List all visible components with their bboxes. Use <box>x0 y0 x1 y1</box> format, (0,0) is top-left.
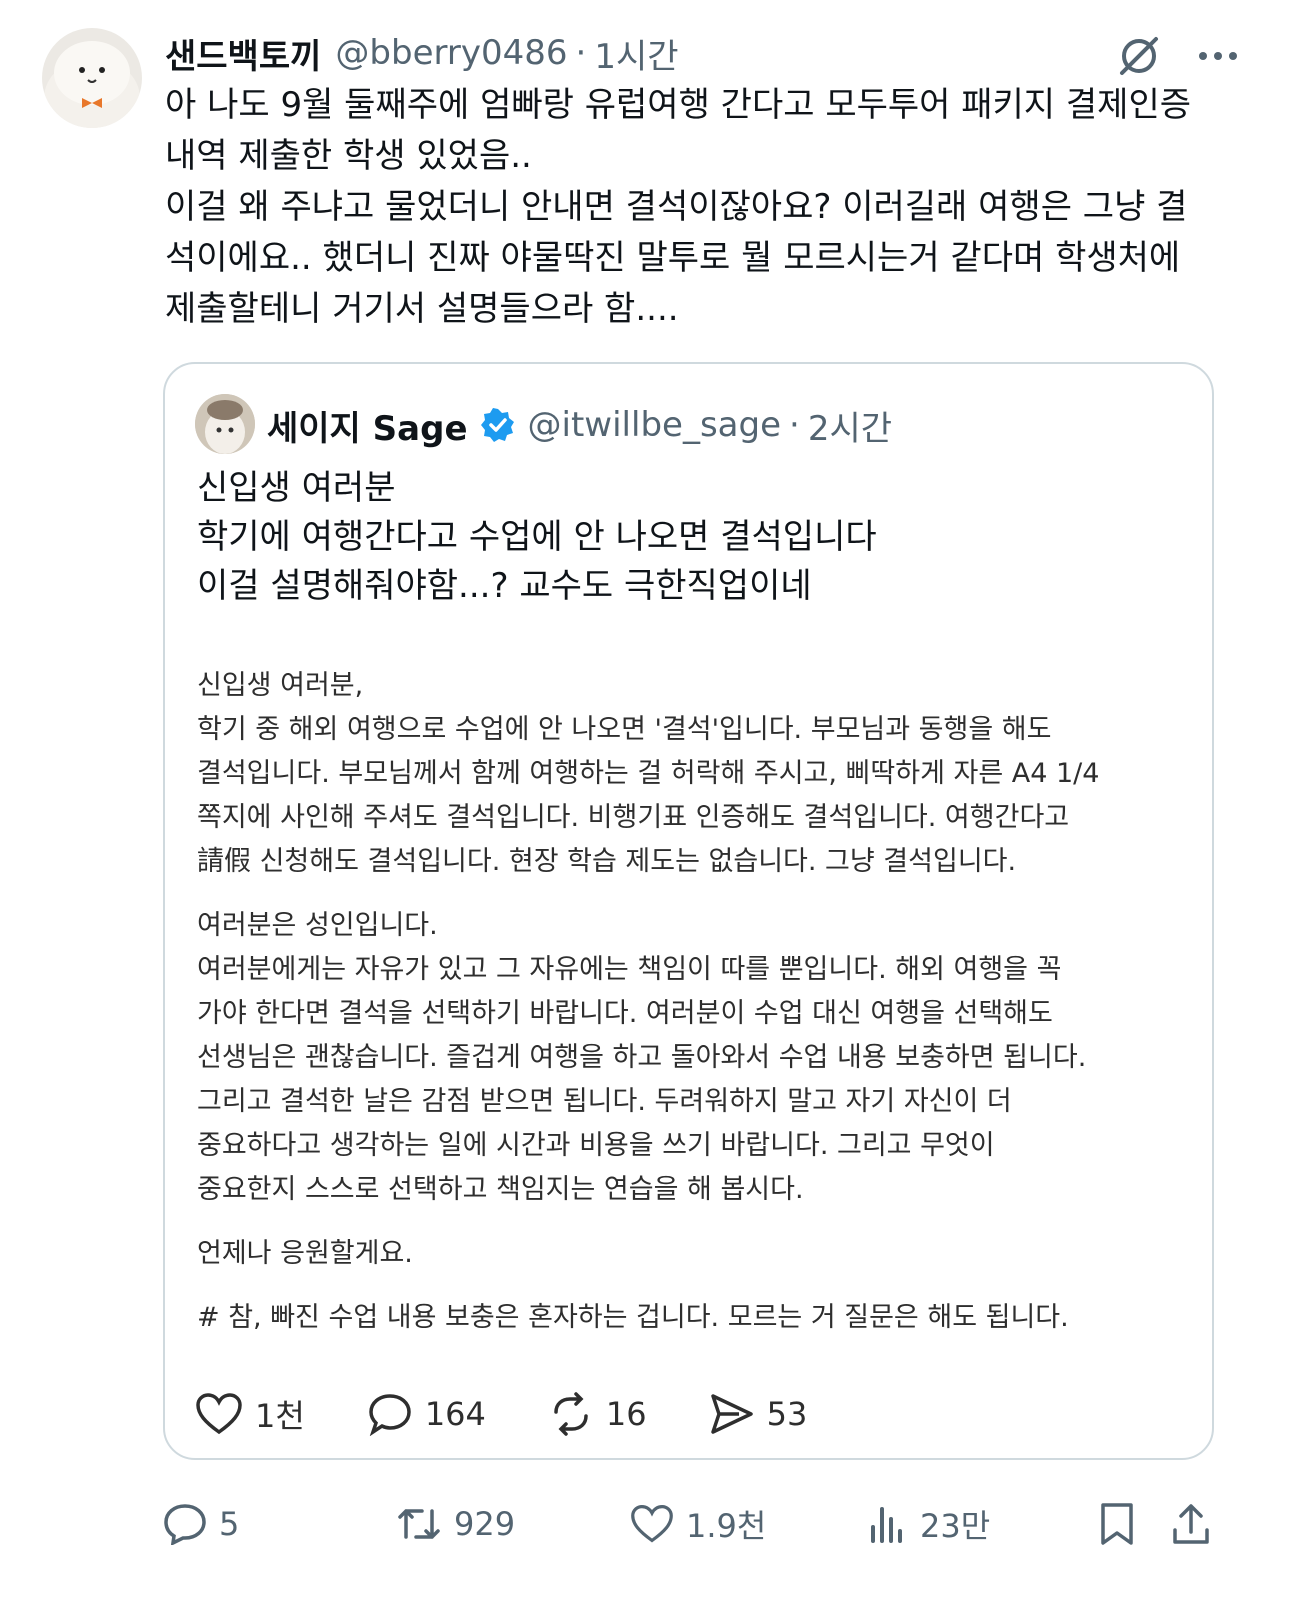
tweet-action-bar: 5 929 1.9천 23만 <box>163 1496 1223 1552</box>
comment-icon <box>367 1392 413 1436</box>
quoted-author-handle[interactable]: @itwillbe_sage <box>528 405 781 445</box>
screenshot-paragraph: 신입생 여러분, 학기 중 해외 여행으로 수업에 안 나오면 '결석'입니다.… <box>197 670 1100 877</box>
screenshot-paragraph: 여러분은 성인입니다. 여러분에게는 자유가 있고 그 자유에는 책임이 따를 … <box>197 910 1087 1205</box>
quoted-tweet-text: 신입생 여러분 학기에 여행간다고 수업에 안 나오면 결석입니다 이걸 설명해… <box>197 468 877 606</box>
send-icon <box>709 1392 755 1436</box>
views-count: 23만 <box>920 1507 991 1545</box>
heart-icon <box>195 1392 243 1436</box>
retweet-count: 929 <box>454 1505 516 1543</box>
image-share-count: 53 <box>766 1395 808 1433</box>
author-handle[interactable]: @bberry0486 <box>335 33 567 73</box>
heart-icon <box>630 1503 674 1545</box>
like-button[interactable]: 1.9천 <box>630 1496 766 1552</box>
screenshot-paragraph: # 참, 빠진 수업 내용 보충은 혼자하는 겁니다. 모르는 거 질문은 해도… <box>197 1302 1069 1333</box>
tweet-top-icons <box>1116 28 1238 84</box>
image-comment-count: 164 <box>424 1395 486 1433</box>
share-icon <box>1171 1502 1211 1546</box>
quoted-author-avatar[interactable] <box>195 394 255 454</box>
quoted-tweet-card[interactable]: 세이지 Sage @itwillbe_sage · 2시간 신입생 여러분 학기… <box>163 362 1214 1460</box>
image-retweet-count: 16 <box>605 1395 647 1433</box>
reply-icon <box>163 1503 207 1545</box>
quoted-image-actions: 1천 164 16 53 <box>195 1386 807 1442</box>
retweet-button[interactable]: 929 <box>396 1496 515 1552</box>
share-button[interactable] <box>1171 1496 1211 1552</box>
screenshot-paragraph: 언제나 응원할게요. <box>197 1238 413 1269</box>
reply-button[interactable]: 5 <box>163 1496 239 1552</box>
author-avatar[interactable] <box>42 28 142 128</box>
separator-dot: · <box>789 405 800 445</box>
tweet-header: 샌드백토끼 @bberry0486 · 1시간 <box>165 28 679 78</box>
quoted-screenshot-image[interactable]: 신입생 여러분, 학기 중 해외 여행으로 수업에 안 나오면 '결석'입니다.… <box>197 664 1187 1360</box>
repost-icon <box>548 1392 594 1436</box>
bookmark-icon <box>1099 1502 1135 1546</box>
image-share-action[interactable]: 53 <box>709 1392 808 1436</box>
more-icon[interactable] <box>1198 51 1238 61</box>
retweet-icon <box>396 1503 442 1545</box>
bookmark-button[interactable] <box>1099 1496 1135 1552</box>
tweet-text: 아 나도 9월 둘째주에 엄빠랑 유럽여행 간다고 모두투어 패키지 결제인증 … <box>165 85 1192 329</box>
views-button[interactable]: 23만 <box>868 1496 990 1552</box>
quoted-tweet-time[interactable]: 2시간 <box>808 401 892 450</box>
quoted-tweet-header: 세이지 Sage @itwillbe_sage · 2시간 <box>267 400 892 450</box>
tweet-time[interactable]: 1시간 <box>594 29 678 78</box>
image-comment-action[interactable]: 164 <box>367 1392 486 1436</box>
image-like-count: 1천 <box>255 1397 305 1435</box>
grok-icon[interactable] <box>1116 33 1162 79</box>
verified-badge-icon <box>480 407 516 443</box>
reply-count: 5 <box>219 1505 240 1543</box>
image-retweet-action[interactable]: 16 <box>548 1392 647 1436</box>
quoted-author-name[interactable]: 세이지 Sage <box>267 401 468 450</box>
analytics-icon <box>868 1503 908 1545</box>
separator-dot: · <box>575 33 587 73</box>
image-like-action[interactable]: 1천 <box>195 1391 305 1437</box>
author-name[interactable]: 샌드백토끼 <box>165 29 321 78</box>
like-count: 1.9천 <box>686 1507 767 1545</box>
